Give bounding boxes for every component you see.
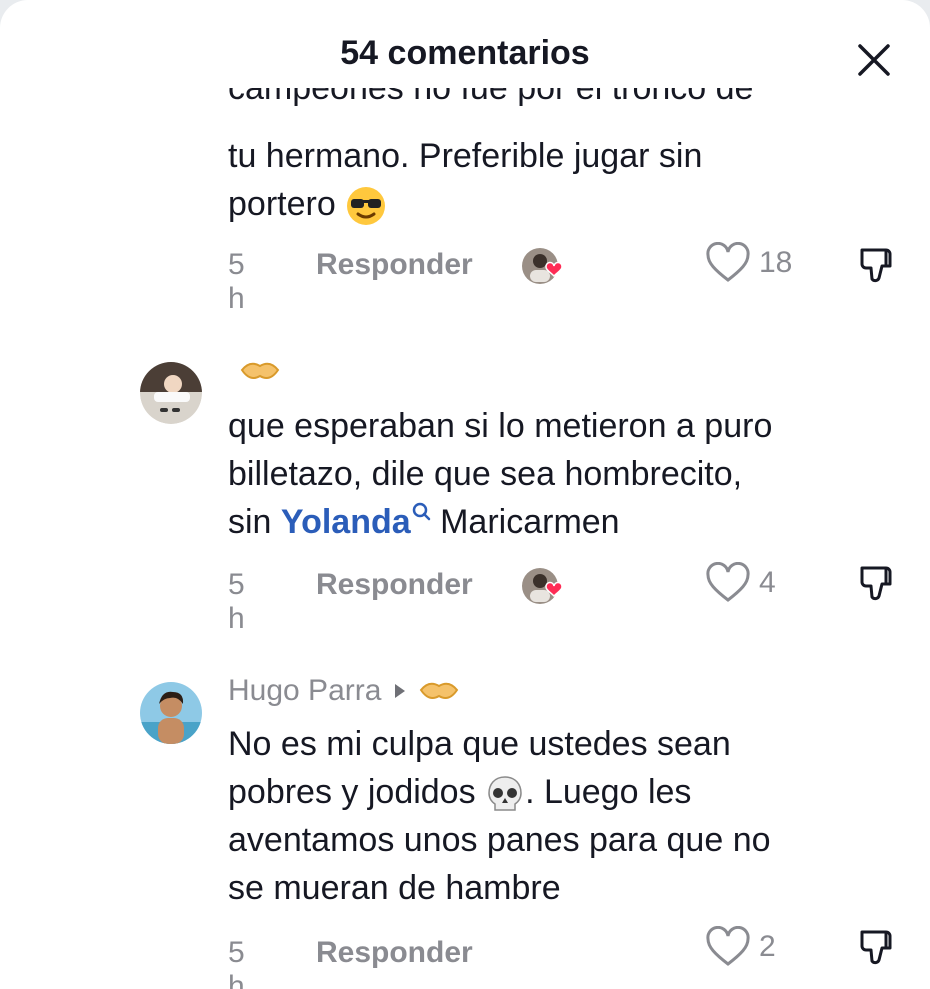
- skull-emoji-icon: [488, 776, 522, 811]
- creator-liked-avatar: [522, 568, 563, 604]
- creator-liked-avatar: [522, 248, 563, 284]
- like-count: 4: [759, 566, 776, 599]
- heart-icon: [706, 562, 750, 602]
- sunglasses-emoji-icon: [347, 187, 386, 226]
- close-icon[interactable]: [856, 42, 892, 78]
- comment-text-line: pobres y jodidos . Luego les: [228, 768, 888, 816]
- like-count: 18: [759, 246, 793, 279]
- like-button[interactable]: 4: [705, 562, 776, 604]
- handshake-icon: [240, 362, 280, 379]
- comment-text-line: que esperaban si lo metieron a puro: [228, 407, 773, 445]
- comments-title: 54 comentarios: [340, 34, 590, 72]
- like-button[interactable]: 2: [705, 926, 776, 968]
- comment-text-line: billetazo, dile que sea hombrecito,: [228, 455, 743, 493]
- comment-text-partial: campeones no fue por el tronco de: [228, 88, 754, 107]
- heart-icon: [706, 926, 750, 966]
- like-button[interactable]: 18: [705, 242, 792, 284]
- reply-button[interactable]: Responder: [316, 936, 473, 970]
- comment-text: tu hermano. Preferible jugar sin portero: [228, 132, 888, 228]
- comment-text-line: aventamos unos panes para que no: [228, 821, 771, 859]
- comment-text: que esperaban si lo metieron a puro bill…: [228, 402, 888, 546]
- play-arrow-icon: [395, 684, 406, 698]
- comments-sheet: 54 comentarios campeones no fue por el t…: [0, 0, 930, 989]
- username[interactable]: Hugo Parra: [228, 674, 459, 708]
- comment-text-line: se mueran de hambre: [228, 869, 561, 907]
- comment-text-line: No es mi culpa que ustedes sean: [228, 725, 731, 763]
- search-icon[interactable]: [411, 502, 431, 528]
- comment-text-line: portero: [228, 180, 888, 228]
- avatar[interactable]: [140, 682, 202, 744]
- like-count: 2: [759, 930, 776, 963]
- comment-text: No es mi culpa que ustedes sean pobres y…: [228, 720, 888, 912]
- username[interactable]: [228, 358, 280, 384]
- comment-time: 5 h: [228, 936, 245, 989]
- reply-button[interactable]: Responder: [316, 568, 473, 602]
- mention-link[interactable]: Yolanda: [281, 503, 411, 541]
- dislike-icon[interactable]: [856, 244, 898, 286]
- handshake-icon: [420, 682, 459, 699]
- dislike-icon[interactable]: [856, 562, 898, 604]
- avatar[interactable]: [140, 362, 202, 424]
- reply-button[interactable]: Responder: [316, 248, 473, 282]
- comment-time: 5 h: [228, 568, 245, 635]
- dislike-icon[interactable]: [856, 926, 898, 968]
- heart-icon: [706, 242, 750, 282]
- comment-text-line: tu hermano. Preferible jugar sin: [228, 137, 703, 175]
- comment-text-line: sin Yolanda Maricarmen: [228, 502, 620, 541]
- comment-time: 5 h: [228, 248, 245, 315]
